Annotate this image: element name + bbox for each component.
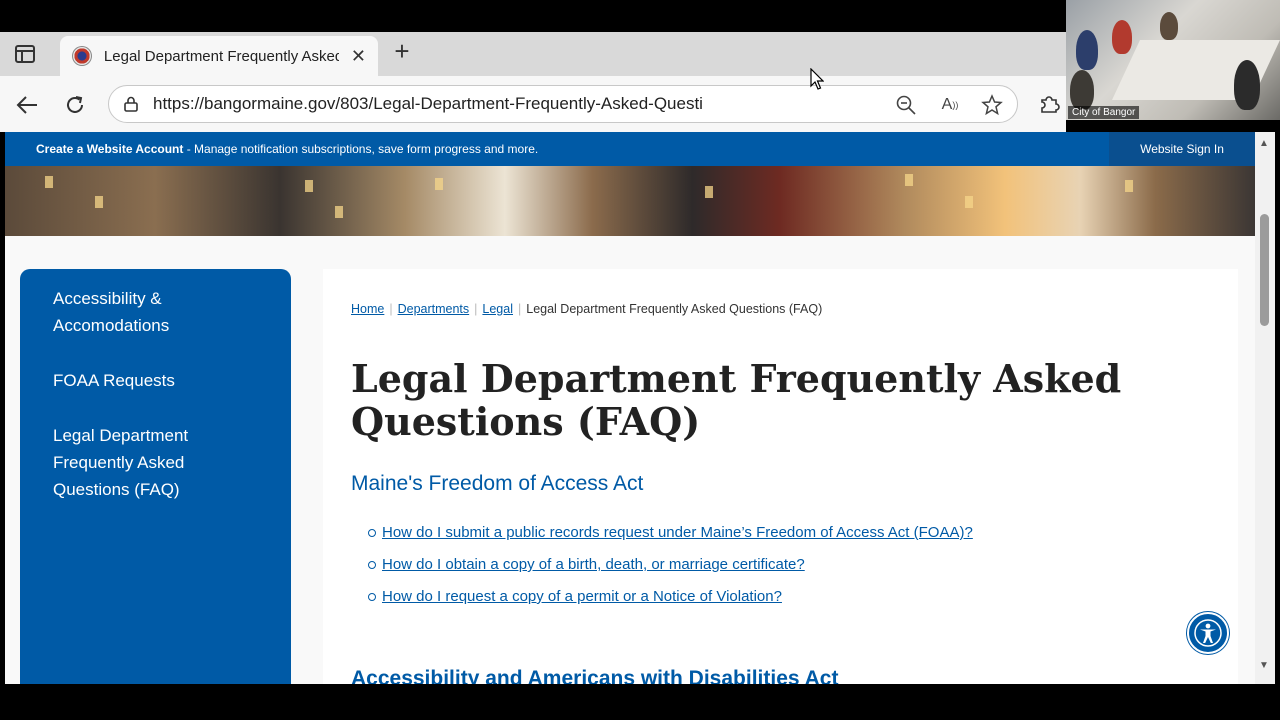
lock-icon[interactable] <box>121 94 141 114</box>
extensions-icon[interactable] <box>1038 92 1062 116</box>
person-figure <box>1112 20 1132 54</box>
scroll-up-icon[interactable]: ▲ <box>1259 138 1269 149</box>
tab-title: Legal Department Frequently Asked Questi… <box>103 47 339 65</box>
screen: Legal Department Frequently Asked Questi… <box>0 0 1280 720</box>
video-label: City of Bangor <box>1068 106 1140 119</box>
faq-link-foaa[interactable]: How do I submit a public records request… <box>382 524 973 541</box>
accessibility-icon[interactable] <box>1187 612 1229 654</box>
faq-link-permit[interactable]: How do I request a copy of a permit or a… <box>382 588 782 605</box>
scroll-thumb[interactable] <box>1260 214 1269 326</box>
sidebar-nav: Accessibility & Accomodations FOAA Reque… <box>20 269 291 684</box>
section-heading-ada: Accessibility and Americans with Disabil… <box>351 667 839 684</box>
sidebar-item-accessibility[interactable]: Accessibility & Accomodations <box>53 285 203 339</box>
breadcrumb-legal[interactable]: Legal <box>482 302 513 316</box>
address-field[interactable]: https://bangormaine.gov/803/Legal-Depart… <box>108 85 1018 123</box>
section-heading-foaa: Maine's Freedom of Access Act <box>351 472 644 495</box>
address-bar-row: https://bangormaine.gov/803/Legal-Depart… <box>0 76 1066 132</box>
tab-bar: Legal Department Frequently Asked Questi… <box>0 32 1066 76</box>
sidebar-item-legal-faq[interactable]: Legal Department Frequently Asked Questi… <box>53 422 213 503</box>
breadcrumb-home[interactable]: Home <box>351 302 384 316</box>
person-figure <box>1076 30 1098 70</box>
tab-actions-icon[interactable] <box>12 42 38 66</box>
favorite-star-icon[interactable] <box>981 94 1003 116</box>
sign-in-button[interactable]: Website Sign In <box>1109 132 1255 166</box>
mouse-cursor-icon <box>810 68 824 90</box>
read-aloud-icon[interactable]: A)) <box>939 94 961 116</box>
city-seal-icon <box>72 46 92 66</box>
list-item: How do I obtain a copy of a birth, death… <box>368 554 973 575</box>
person-figure <box>1234 60 1260 110</box>
new-tab-icon[interactable]: + <box>390 38 414 64</box>
faq-list: How do I submit a public records request… <box>368 522 973 618</box>
city-banner-image <box>5 166 1255 236</box>
person-figure <box>1160 12 1178 40</box>
sidebar-item-foaa[interactable]: FOAA Requests <box>53 367 258 394</box>
web-page: Create a Website Account - Manage notifi… <box>5 132 1255 684</box>
close-tab-icon[interactable]: ✕ <box>351 46 366 67</box>
url-text: https://bangormaine.gov/803/Legal-Depart… <box>153 94 703 113</box>
list-item: How do I request a copy of a permit or a… <box>368 586 973 607</box>
breadcrumb-current: Legal Department Frequently Asked Questi… <box>526 302 823 316</box>
refresh-icon[interactable] <box>62 92 88 118</box>
page-scrollbar[interactable]: ▲ ▼ <box>1255 132 1275 684</box>
browser-tab[interactable]: Legal Department Frequently Asked Questi… <box>60 36 378 76</box>
account-message: Create a Website Account - Manage notifi… <box>36 142 538 156</box>
create-account-link[interactable]: Create a Website Account <box>36 142 183 156</box>
scroll-down-icon[interactable]: ▼ <box>1259 660 1269 671</box>
back-icon[interactable] <box>14 92 40 118</box>
breadcrumb: Home | Departments | Legal | Legal Department … <box>351 302 823 316</box>
faq-link-certificate[interactable]: How do I obtain a copy of a birth, death… <box>382 556 805 573</box>
breadcrumb-departments[interactable]: Departments <box>398 302 470 316</box>
video-feed-thumbnail[interactable]: City of Bangor <box>1066 0 1280 120</box>
zoom-out-icon[interactable] <box>895 94 917 116</box>
bottom-bar <box>0 684 1280 720</box>
account-bar: Create a Website Account - Manage notifi… <box>5 132 1255 166</box>
page-title: Legal Department Frequently Asked Questi… <box>351 356 1122 444</box>
person-figure <box>1070 70 1094 110</box>
list-item: How do I submit a public records request… <box>368 522 973 543</box>
account-description: - Manage notification subscriptions, sav… <box>183 142 539 156</box>
main-content: Home | Departments | Legal | Legal Department … <box>323 269 1238 684</box>
